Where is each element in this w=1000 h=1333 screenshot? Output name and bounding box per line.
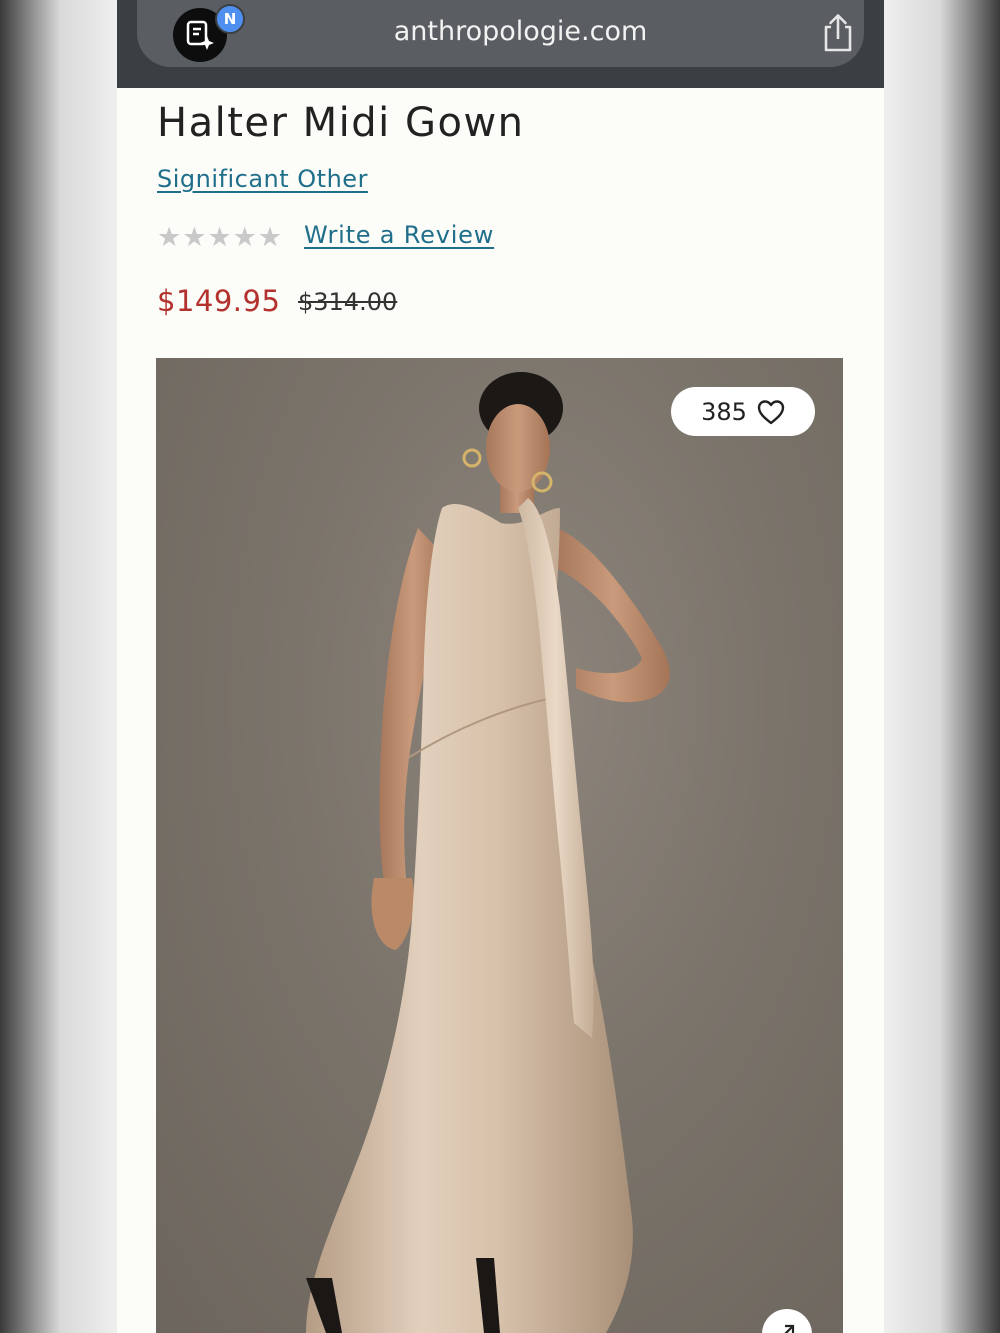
product-image[interactable]: 385 bbox=[156, 358, 843, 1333]
sale-price: $149.95 bbox=[157, 284, 281, 318]
model-in-gown-illustration bbox=[306, 372, 670, 1333]
url-text[interactable]: anthropologie.com bbox=[137, 12, 884, 52]
phone-viewport: N anthropologie.com g Halter Midi Gown S… bbox=[117, 0, 884, 1333]
brand-link[interactable]: Significant Other bbox=[157, 165, 368, 193]
expand-icon bbox=[784, 1324, 795, 1333]
star-icon: ★ bbox=[182, 222, 207, 253]
star-icon: ★ bbox=[257, 222, 283, 253]
share-icon[interactable] bbox=[818, 12, 858, 54]
browser-top-bar: N anthropologie.com bbox=[117, 0, 884, 88]
like-count: 385 bbox=[701, 397, 747, 426]
star-rating[interactable]: ★ ★ ★ ★ ★ bbox=[157, 222, 282, 254]
like-button[interactable]: 385 bbox=[671, 387, 815, 436]
product-title: Halter Midi Gown bbox=[157, 100, 525, 146]
original-price: $314.00 bbox=[298, 288, 398, 316]
heart-icon bbox=[757, 399, 785, 424]
write-review-link[interactable]: Write a Review bbox=[304, 221, 494, 249]
star-icon: ★ bbox=[157, 222, 182, 253]
star-icon: ★ bbox=[207, 222, 232, 253]
address-bar[interactable]: N anthropologie.com bbox=[137, 0, 864, 67]
star-icon: ★ bbox=[232, 222, 257, 253]
